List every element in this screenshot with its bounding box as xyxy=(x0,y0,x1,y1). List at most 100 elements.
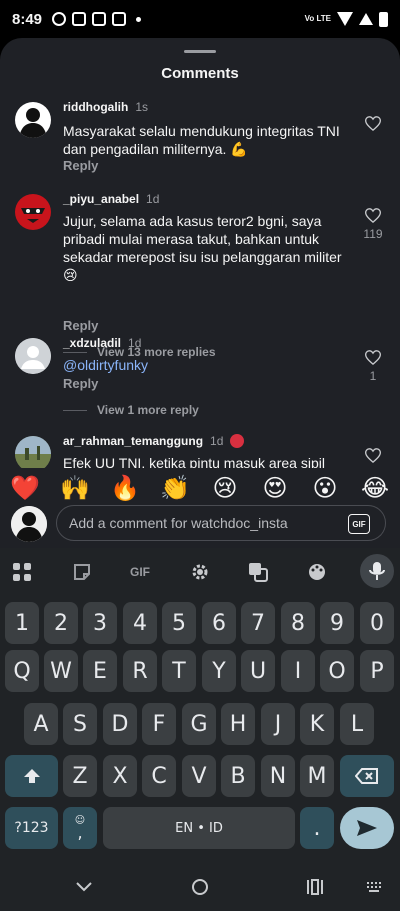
symbols-key[interactable]: ?123 xyxy=(5,807,58,849)
avatar[interactable] xyxy=(15,194,51,230)
theme-palette-icon[interactable] xyxy=(300,556,334,588)
key-x[interactable]: X xyxy=(103,755,137,797)
send-key[interactable] xyxy=(340,807,394,849)
key-o[interactable]: O xyxy=(320,650,354,692)
key-k[interactable]: K xyxy=(300,703,334,745)
key-l[interactable]: L xyxy=(340,703,374,745)
nav-hide-keyboard-chevron-icon[interactable] xyxy=(72,875,96,899)
key-8[interactable]: 8 xyxy=(281,602,315,644)
reply-button[interactable]: Reply xyxy=(63,376,98,391)
signal-icon xyxy=(359,13,373,25)
comment-username[interactable]: ar_rahman_temanggung xyxy=(63,434,203,448)
view-replies-button[interactable]: View 1 more reply xyxy=(63,403,199,417)
key-j[interactable]: J xyxy=(261,703,295,745)
key-b[interactable]: B xyxy=(221,755,255,797)
key-h[interactable]: H xyxy=(221,703,255,745)
avatar[interactable] xyxy=(15,338,51,374)
comment-time: 1d xyxy=(210,434,224,448)
key-s[interactable]: S xyxy=(63,703,97,745)
status-bar: 8:49 Vo LTE xyxy=(0,0,400,38)
comma-label: , xyxy=(77,823,83,842)
emoji-reaction-bar: ❤️ 🙌 🔥 👏 😢 😍 😮 😂 xyxy=(0,468,400,508)
comment-username[interactable]: _piyu_anabel xyxy=(63,192,139,206)
key-z[interactable]: Z xyxy=(63,755,97,797)
like-button[interactable] xyxy=(362,448,384,463)
key-t[interactable]: T xyxy=(162,650,196,692)
key-c[interactable]: C xyxy=(142,755,176,797)
shift-key[interactable] xyxy=(5,755,58,797)
emoji-clap-button[interactable]: 👏 xyxy=(155,474,195,503)
key-m[interactable]: M xyxy=(300,755,334,797)
key-9[interactable]: 9 xyxy=(320,602,354,644)
sheet-drag-handle[interactable] xyxy=(184,50,216,53)
sheet-title: Comments xyxy=(161,65,239,82)
key-4[interactable]: 4 xyxy=(123,602,157,644)
key-7[interactable]: 7 xyxy=(241,602,275,644)
key-p[interactable]: P xyxy=(360,650,394,692)
comment-username[interactable]: _xdzuladil xyxy=(63,336,121,350)
key-1[interactable]: 1 xyxy=(5,602,39,644)
emoji-raised-hands-button[interactable]: 🙌 xyxy=(55,474,95,503)
comment-username[interactable]: riddhogalih xyxy=(63,100,128,114)
comment-time: 1d xyxy=(146,192,160,206)
comment-input[interactable]: Add a comment for watchdoc_insta xyxy=(56,505,386,541)
key-d[interactable]: D xyxy=(103,703,137,745)
mention-link[interactable]: @oldirtyfunky xyxy=(63,356,353,374)
emoji-laughing-button[interactable]: 😂 xyxy=(355,474,395,503)
instagram-notification-icon xyxy=(92,12,107,26)
comma-emoji-key[interactable]: ☺ , xyxy=(63,807,97,849)
key-u[interactable]: U xyxy=(241,650,275,692)
key-5[interactable]: 5 xyxy=(162,602,196,644)
key-w[interactable]: W xyxy=(44,650,78,692)
key-a[interactable]: A xyxy=(24,703,58,745)
backspace-icon xyxy=(355,768,378,784)
like-button[interactable]: 119 xyxy=(362,208,384,241)
key-0[interactable]: 0 xyxy=(360,602,394,644)
key-2[interactable]: 2 xyxy=(44,602,78,644)
key-i[interactable]: I xyxy=(281,650,315,692)
key-f[interactable]: F xyxy=(142,703,176,745)
like-button[interactable]: 1 xyxy=(362,350,384,383)
gif-button[interactable]: GIF xyxy=(348,514,370,534)
settings-gear-icon[interactable] xyxy=(183,556,217,588)
keyboard: GIF 1 2 3 4 5 6 7 8 9 0 Q W E R T Y U I … xyxy=(0,548,400,863)
period-key[interactable]: . xyxy=(300,807,334,849)
apps-grid-icon[interactable] xyxy=(5,556,39,588)
avatar[interactable] xyxy=(15,436,51,468)
space-bar[interactable]: EN • ID xyxy=(103,807,295,849)
emoji-surprised-button[interactable]: 😮 xyxy=(305,474,345,503)
reply-button[interactable]: Reply xyxy=(63,158,98,173)
translate-icon[interactable] xyxy=(241,556,275,588)
key-q[interactable]: Q xyxy=(5,650,39,692)
sticker-icon[interactable] xyxy=(65,556,99,588)
comment-text: Masyarakat selalu mendukung integritas T… xyxy=(63,123,340,157)
keyboard-gif-button[interactable]: GIF xyxy=(123,556,157,588)
nav-recents-icon[interactable] xyxy=(303,875,327,899)
microphone-icon[interactable] xyxy=(360,554,394,588)
like-button[interactable] xyxy=(362,116,384,131)
nav-keyboard-switcher-icon[interactable] xyxy=(362,875,386,899)
reply-button[interactable]: Reply xyxy=(63,318,98,333)
heart-icon xyxy=(365,208,381,223)
system-icons: Vo LTE xyxy=(305,11,388,27)
view-replies-label: View 1 more reply xyxy=(97,403,199,417)
key-e[interactable]: E xyxy=(83,650,117,692)
nav-home-icon[interactable] xyxy=(188,875,212,899)
key-g[interactable]: G xyxy=(182,703,216,745)
key-y[interactable]: Y xyxy=(202,650,236,692)
backspace-key[interactable] xyxy=(340,755,394,797)
comment-time: 1d xyxy=(128,336,142,350)
emoji-crying-button[interactable]: 😢 xyxy=(205,474,245,503)
emoji-heart-eyes-button[interactable]: 😍 xyxy=(255,474,295,503)
key-6[interactable]: 6 xyxy=(202,602,236,644)
notification-icons xyxy=(52,12,142,26)
key-v[interactable]: V xyxy=(182,755,216,797)
like-count: 119 xyxy=(363,227,383,241)
key-3[interactable]: 3 xyxy=(83,602,117,644)
emoji-fire-button[interactable]: 🔥 xyxy=(105,474,145,503)
key-n[interactable]: N xyxy=(261,755,295,797)
avatar[interactable] xyxy=(15,102,51,138)
key-r[interactable]: R xyxy=(123,650,157,692)
emoji-heart-button[interactable]: ❤️ xyxy=(5,474,45,503)
status-time: 8:49 xyxy=(12,10,43,28)
